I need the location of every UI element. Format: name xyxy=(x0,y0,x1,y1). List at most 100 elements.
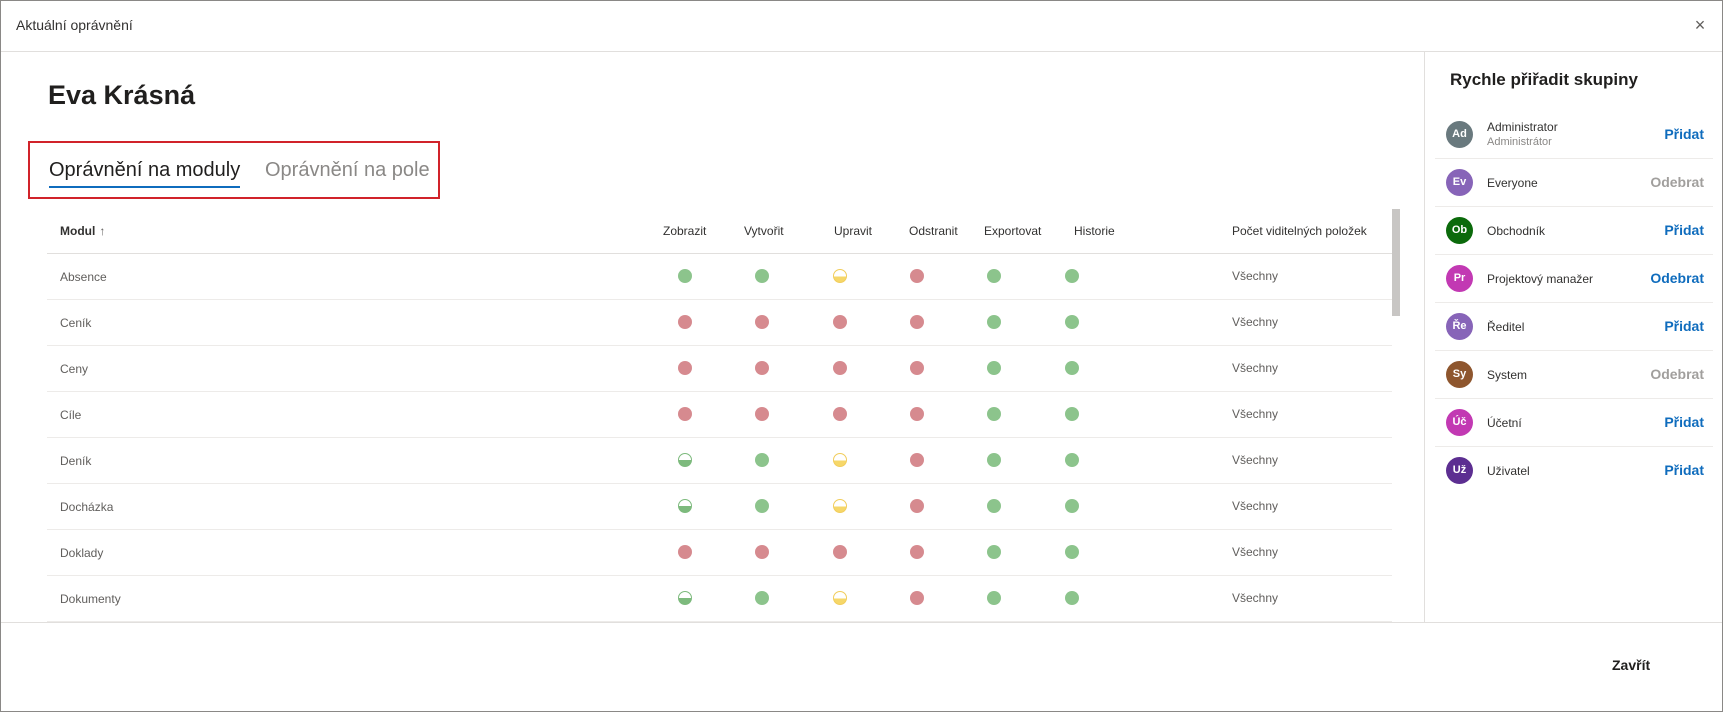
no-access-dot-icon xyxy=(910,591,924,605)
full-access-dot-icon xyxy=(755,453,769,467)
column-header-pocet: Počet viditelných položek xyxy=(1232,224,1367,238)
visible-items-count: Všechny xyxy=(1232,499,1279,513)
no-access-dot-icon xyxy=(755,361,769,375)
visible-items-count: Všechny xyxy=(1232,361,1279,375)
partial-access-green-dot-icon xyxy=(678,453,692,467)
group-name: Everyone xyxy=(1487,176,1538,190)
table-row[interactable]: Ceník Všechny xyxy=(47,300,1392,346)
visible-items-count: Všechny xyxy=(1232,591,1279,605)
full-access-dot-icon xyxy=(1065,315,1079,329)
module-name: Ceny xyxy=(60,362,89,376)
module-name: Ceník xyxy=(60,316,92,330)
no-access-dot-icon xyxy=(910,453,924,467)
group-name: System xyxy=(1487,368,1528,382)
partial-access-yellow-dot-icon xyxy=(833,453,847,467)
user-name: Eva Krásná xyxy=(48,80,196,110)
group-action-button[interactable]: Odebrat xyxy=(1650,174,1704,190)
group-item: Ev Everyone Odebrat xyxy=(1435,159,1713,207)
visible-items-count: Všechny xyxy=(1232,545,1279,559)
avatar: Ob xyxy=(1446,217,1473,244)
full-access-dot-icon xyxy=(987,453,1001,467)
full-access-dot-icon xyxy=(1065,545,1079,559)
group-name: Účetní xyxy=(1487,416,1522,430)
group-name: Projektový manažer xyxy=(1487,272,1594,286)
no-access-dot-icon xyxy=(678,407,692,421)
table-row[interactable]: Absence Všechny xyxy=(47,254,1392,300)
table-header: Modul ↑ Zobrazit Vytvořit Upravit Odstran… xyxy=(47,208,1392,254)
permissions-main: Eva Krásná Oprávnění na moduly Oprávnění… xyxy=(1,52,1424,622)
module-name: Absence xyxy=(60,270,107,284)
table-row[interactable]: Doklady Všechny xyxy=(47,530,1392,576)
group-item: Úč Účetní Přidat xyxy=(1435,399,1713,447)
group-action-button[interactable]: Odebrat xyxy=(1650,366,1704,382)
no-access-dot-icon xyxy=(755,407,769,421)
column-header-modul[interactable]: Modul ↑ xyxy=(60,224,105,238)
partial-access-green-dot-icon xyxy=(678,499,692,513)
group-item: Ře Ředitel Přidat xyxy=(1435,303,1713,351)
group-name: Administrator xyxy=(1487,120,1558,134)
no-access-dot-icon xyxy=(910,407,924,421)
module-name: Dokumenty xyxy=(60,592,121,606)
table-row[interactable]: Ceny Všechny xyxy=(47,346,1392,392)
full-access-dot-icon xyxy=(987,407,1001,421)
close-icon[interactable]: × xyxy=(1690,15,1710,35)
group-action-button[interactable]: Přidat xyxy=(1664,222,1704,238)
no-access-dot-icon xyxy=(910,361,924,375)
visible-items-count: Všechny xyxy=(1232,315,1279,329)
group-action-button[interactable]: Odebrat xyxy=(1650,270,1704,286)
module-name: Cíle xyxy=(60,408,82,422)
group-item: Už Uživatel Přidat xyxy=(1435,447,1713,494)
avatar: Ev xyxy=(1446,169,1473,196)
column-header-upravit: Upravit xyxy=(834,224,873,238)
tab-module-permissions[interactable]: Oprávnění na moduly xyxy=(49,159,241,188)
group-item: Ob Obchodník Přidat xyxy=(1435,207,1713,255)
tab-field-permissions[interactable]: Oprávnění na pole xyxy=(265,159,430,182)
avatar: Ře xyxy=(1446,313,1473,340)
partial-access-yellow-dot-icon xyxy=(833,269,847,283)
group-item: Pr Projektový manažer Odebrat xyxy=(1435,255,1713,303)
full-access-dot-icon xyxy=(678,269,692,283)
full-access-dot-icon xyxy=(987,545,1001,559)
table-row[interactable]: Dokumenty Všechny xyxy=(47,576,1392,622)
full-access-dot-icon xyxy=(987,591,1001,605)
group-action-button[interactable]: Přidat xyxy=(1664,126,1704,142)
group-name: Obchodník xyxy=(1487,224,1546,238)
dialog-title: Aktuální oprávnění xyxy=(16,17,133,33)
column-header-historie: Historie xyxy=(1074,224,1115,238)
group-item: Ad Administrator Administrátor Přidat xyxy=(1435,111,1713,159)
table-scrollbar[interactable] xyxy=(1392,209,1400,622)
avatar: Úč xyxy=(1446,409,1473,436)
no-access-dot-icon xyxy=(755,545,769,559)
close-button[interactable]: Zavřít xyxy=(1612,657,1650,673)
partial-access-yellow-dot-icon xyxy=(833,499,847,513)
no-access-dot-icon xyxy=(910,545,924,559)
avatar: Sy xyxy=(1446,361,1473,388)
column-header-label: Modul xyxy=(60,224,96,238)
sort-ascending-icon: ↑ xyxy=(99,224,106,238)
full-access-dot-icon xyxy=(987,361,1001,375)
no-access-dot-icon xyxy=(755,315,769,329)
no-access-dot-icon xyxy=(678,545,692,559)
avatar: Pr xyxy=(1446,265,1473,292)
module-name: Docházka xyxy=(60,500,114,514)
group-action-button[interactable]: Přidat xyxy=(1664,414,1704,430)
no-access-dot-icon xyxy=(833,315,847,329)
group-action-button[interactable]: Přidat xyxy=(1664,318,1704,334)
scrollbar-thumb[interactable] xyxy=(1392,209,1400,316)
table-row[interactable]: Docházka Všechny xyxy=(47,484,1392,530)
no-access-dot-icon xyxy=(910,499,924,513)
module-name: Deník xyxy=(60,454,92,468)
full-access-dot-icon xyxy=(987,269,1001,283)
quick-assign-panel: Rychle přiřadit skupiny Ad Administrator… xyxy=(1424,52,1723,622)
table-row[interactable]: Deník Všechny xyxy=(47,438,1392,484)
tabs-highlight-box: Oprávnění na moduly Oprávnění na pole xyxy=(28,141,440,199)
no-access-dot-icon xyxy=(833,407,847,421)
full-access-dot-icon xyxy=(1065,591,1079,605)
table-row[interactable]: Cíle Všechny xyxy=(47,392,1392,438)
visible-items-count: Všechny xyxy=(1232,453,1279,467)
column-header-vytvorit: Vytvořit xyxy=(744,224,784,238)
module-name: Doklady xyxy=(60,546,104,560)
group-action-button[interactable]: Přidat xyxy=(1664,462,1704,478)
no-access-dot-icon xyxy=(833,545,847,559)
full-access-dot-icon xyxy=(1065,361,1079,375)
